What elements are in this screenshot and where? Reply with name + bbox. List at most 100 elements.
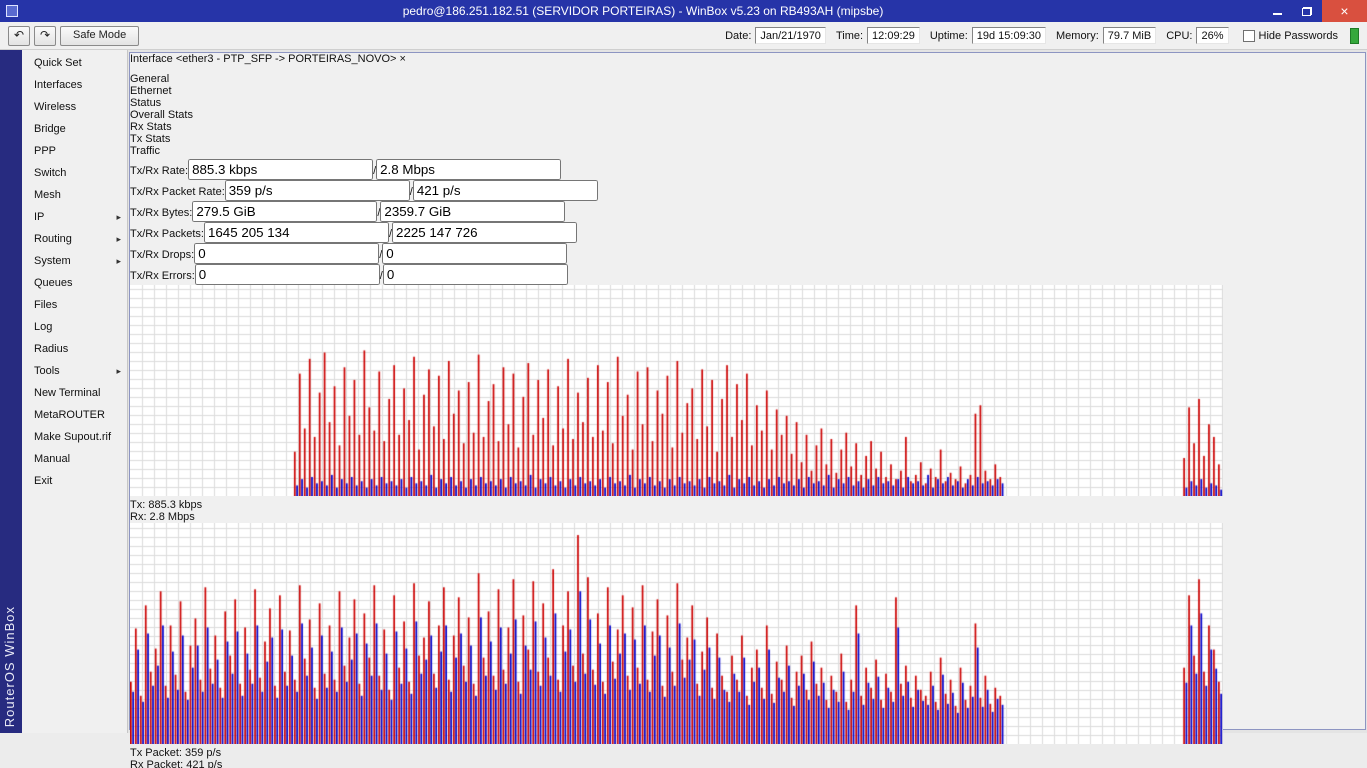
sidebar-item-make-supout-rif[interactable]: Make Supout.rif — [22, 426, 127, 448]
packet-chart-panel: Tx Packet: 359 p/sRx Packet: 421 p/s — [130, 523, 1365, 768]
sidebar-item-label: IP — [34, 211, 44, 223]
date-field: Jan/21/1970 — [755, 27, 826, 44]
sidebar-item-log[interactable]: Log — [22, 316, 127, 338]
submenu-arrow-icon: ▸ — [116, 256, 121, 267]
interface-window: Interface <ether3 - PTP_SFP -> PORTEIRAS… — [129, 52, 1366, 730]
field-tx-rx-rate-rx[interactable] — [376, 159, 561, 180]
rate-chart-panel: Tx: 885.3 kbpsRx: 2.8 Mbps — [130, 285, 1365, 523]
sidebar-item-tools[interactable]: Tools▸ — [22, 360, 127, 382]
left-brand-strip: RouterOS WinBox — [0, 50, 22, 733]
sidebar-item-files[interactable]: Files — [22, 294, 127, 316]
minimize-button[interactable] — [1262, 0, 1292, 22]
sidebar-item-ip[interactable]: IP ▸ — [22, 206, 127, 228]
tab-status[interactable]: Status — [130, 97, 1365, 109]
sidebar-item-label: Routing — [34, 233, 72, 245]
sidebar-item-mesh[interactable]: Mesh — [22, 184, 127, 206]
legend-entry: Rx Packet: 421 p/s — [130, 759, 1365, 768]
field-tx-rx-rate-tx[interactable] — [188, 159, 373, 180]
sidebar-item-label: Quick Set — [34, 57, 82, 69]
memory-field: 79.7 MiB — [1103, 27, 1156, 44]
form-row: Tx/Rx Drops:/ — [130, 243, 1365, 264]
sidebar-item-wireless[interactable]: Wireless — [22, 96, 127, 118]
sidebar-item-label: New Terminal — [34, 387, 100, 399]
winbox-window: pedro@186.251.182.51 (SERVIDOR PORTEIRAS… — [0, 0, 1367, 768]
window-titlebar[interactable]: pedro@186.251.182.51 (SERVIDOR PORTEIRAS… — [0, 0, 1367, 22]
sidebar-item-exit[interactable]: Exit — [22, 470, 127, 492]
main-toolbar: ↶ ↷ Safe Mode Date: Jan/21/1970 Time: 12… — [0, 22, 1367, 50]
field-label: Tx/Rx Rate: — [130, 165, 188, 177]
sidebar-item-routing[interactable]: Routing▸ — [22, 228, 127, 250]
sidebar-item-label: Tools — [34, 365, 60, 377]
interface-window-titlebar[interactable]: Interface <ether3 - PTP_SFP -> PORTEIRAS… — [130, 53, 1365, 73]
child-close-button[interactable]: × — [400, 53, 406, 65]
field-tx-rx-errors-rx[interactable] — [383, 264, 568, 285]
sidebar-item-new-terminal[interactable]: New Terminal — [22, 382, 127, 404]
routeros-winbox-brand: RouterOS WinBox — [2, 606, 17, 727]
form-row: Tx/Rx Rate:/ — [130, 159, 1365, 180]
memory-label: Memory: — [1056, 30, 1099, 42]
field-tx-rx-packet-rate-tx[interactable] — [225, 180, 410, 201]
sidebar-item-metarouter[interactable]: MetaROUTER — [22, 404, 127, 426]
restore-button[interactable] — [1292, 0, 1322, 22]
close-button[interactable]: × — [1322, 0, 1367, 22]
sidebar-item-switch[interactable]: Switch — [22, 162, 127, 184]
submenu-arrow-icon: ▸ — [116, 212, 121, 223]
sidebar-item-ppp[interactable]: PPP — [22, 140, 127, 162]
rate-chart — [130, 285, 1223, 496]
field-label: Tx/Rx Packets: — [130, 228, 204, 240]
sidebar-item-radius[interactable]: Radius — [22, 338, 127, 360]
sidebar-menu: Quick Set Interfaces WirelessBridge PPP Swit… — [22, 50, 128, 733]
redo-button[interactable]: ↷ — [34, 26, 56, 46]
charts-area: Tx: 885.3 kbpsRx: 2.8 Mbps Tx Packet: 35… — [130, 285, 1365, 768]
tab-rx-stats[interactable]: Rx Stats — [130, 121, 1365, 133]
tab-general[interactable]: General — [130, 73, 1365, 85]
tab-traffic[interactable]: Traffic — [130, 145, 1365, 157]
uptime-label: Uptime: — [930, 30, 968, 42]
time-field: 12:09:29 — [867, 27, 920, 44]
field-tx-rx-bytes-rx[interactable] — [380, 201, 565, 222]
sidebar-item-interfaces[interactable]: Interfaces — [22, 74, 127, 96]
legend-label: Rx Packet: 421 p/s — [130, 759, 222, 768]
app-body: RouterOS WinBox Quick Set Interfaces Wirel… — [0, 50, 1367, 733]
mdi-workspace: Interface <ether3 - PTP_SFP -> PORTEIRAS… — [128, 50, 1367, 733]
window-title: pedro@186.251.182.51 (SERVIDOR PORTEIRAS… — [24, 4, 1262, 18]
sidebar-item-label: Exit — [34, 475, 52, 487]
form-row: Tx/Rx Packets:/ — [130, 222, 1365, 243]
field-tx-rx-drops-tx[interactable] — [194, 243, 379, 264]
interface-window-title: Interface <ether3 - PTP_SFP -> PORTEIRAS… — [130, 53, 396, 65]
sidebar-item-label: Interfaces — [34, 79, 82, 91]
field-tx-rx-packet-rate-rx[interactable] — [413, 180, 598, 201]
tab-bar: GeneralEthernetStatusOverall StatsRx Sta… — [130, 73, 1365, 157]
sidebar-item-bridge[interactable]: Bridge — [22, 118, 127, 140]
sidebar-item-system[interactable]: System ▸ — [22, 250, 127, 272]
sidebar-item-label: Log — [34, 321, 52, 333]
field-tx-rx-errors-tx[interactable] — [195, 264, 380, 285]
sidebar-item-label: System — [34, 255, 71, 267]
sidebar-item-label: Manual — [34, 453, 70, 465]
tab-overall-stats[interactable]: Overall Stats — [130, 109, 1365, 121]
field-tx-rx-drops-rx[interactable] — [382, 243, 567, 264]
sidebar-item-queues[interactable]: Queues — [22, 272, 127, 294]
form-row: Tx/Rx Bytes:/ — [130, 201, 1365, 222]
hide-passwords-checkbox[interactable] — [1243, 30, 1255, 42]
safe-mode-button[interactable]: Safe Mode — [60, 26, 139, 46]
hide-passwords-label: Hide Passwords — [1259, 30, 1338, 42]
field-tx-rx-packets-rx[interactable] — [392, 222, 577, 243]
rate-chart-legend: Tx: 885.3 kbpsRx: 2.8 Mbps — [130, 499, 1365, 523]
legend-entry: Tx: 885.3 kbps — [130, 499, 1365, 511]
field-tx-rx-packets-tx[interactable] — [204, 222, 389, 243]
winbox-app-icon — [6, 5, 18, 17]
sidebar-item-label: Mesh — [34, 189, 61, 201]
tab-tx-stats[interactable]: Tx Stats — [130, 133, 1365, 145]
field-label: Tx/Rx Bytes: — [130, 207, 192, 219]
sidebar-item-manual[interactable]: Manual — [22, 448, 127, 470]
interface-window-content: GeneralEthernetStatusOverall StatsRx Sta… — [130, 73, 1365, 768]
legend-entry: Rx: 2.8 Mbps — [130, 511, 1365, 523]
sidebar-item-label: PPP — [34, 145, 56, 157]
field-tx-rx-bytes-tx[interactable] — [192, 201, 377, 222]
field-label: Tx/Rx Packet Rate: — [130, 186, 225, 198]
tab-ethernet[interactable]: Ethernet — [130, 85, 1365, 97]
sidebar-item-label: Files — [34, 299, 57, 311]
undo-button[interactable]: ↶ — [8, 26, 30, 46]
sidebar-item-quick-set[interactable]: Quick Set — [22, 52, 127, 74]
